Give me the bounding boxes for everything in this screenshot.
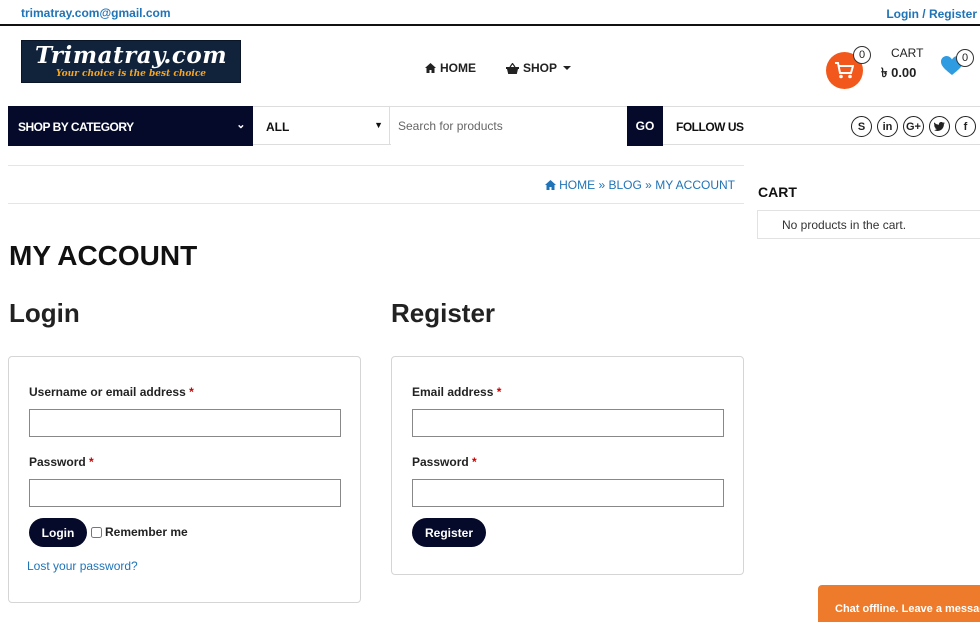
follow-us-label: FOLLOW US: [676, 120, 744, 134]
register-form: Email address * Password * Register: [391, 356, 744, 575]
home-icon: [425, 63, 436, 73]
remember-me-label: Remember me: [105, 525, 188, 539]
remember-me-checkbox[interactable]: [91, 526, 102, 538]
breadcrumb: HOME » BLOG » MY ACCOUNT: [544, 178, 735, 192]
skype-icon[interactable]: S: [851, 116, 872, 137]
basket-icon: [506, 62, 519, 74]
cart-count-badge: 0: [853, 46, 871, 64]
home-icon: [544, 180, 556, 190]
login-button[interactable]: Login: [29, 518, 87, 547]
breadcrumb-separator: »: [598, 178, 606, 192]
site-logo[interactable]: Trimatray.com Your choice is the best ch…: [21, 40, 241, 83]
breadcrumb-separator: »: [645, 178, 652, 192]
password-input[interactable]: [29, 479, 341, 507]
login-heading: Login: [9, 298, 80, 328]
caret-down-icon: ▼: [374, 120, 383, 130]
username-label: Username or email address *: [29, 385, 194, 399]
chevron-down-icon: ⌄: [236, 119, 245, 131]
breadcrumb-blog[interactable]: BLOG: [608, 178, 641, 192]
breadcrumb-bar: HOME » BLOG » MY ACCOUNT: [8, 165, 744, 204]
cart-empty-message: No products in the cart.: [782, 218, 907, 232]
nav-home[interactable]: HOME: [425, 61, 476, 75]
cart-total: ৳ 0.00: [881, 65, 917, 80]
page-title: MY ACCOUNT: [9, 240, 198, 271]
login-register-link[interactable]: Login / Register: [886, 7, 977, 21]
register-heading: Register: [391, 298, 496, 328]
register-button[interactable]: Register: [412, 518, 486, 547]
category-select[interactable]: ALL ▼: [253, 107, 390, 145]
breadcrumb-current: MY ACCOUNT: [655, 178, 735, 192]
register-email-input[interactable]: [412, 409, 724, 437]
chat-offline-widget[interactable]: Chat offline. Leave a message: [818, 585, 980, 622]
password-label: Password *: [29, 455, 94, 469]
lost-password-link[interactable]: Lost your password?: [27, 559, 138, 573]
register-email-label: Email address *: [412, 385, 502, 399]
search-go-button[interactable]: GO: [627, 106, 663, 146]
nav-shop[interactable]: SHOP: [506, 61, 572, 75]
search-bar: SHOP BY CATEGORY ⌄ ALL ▼ GO FOLLOW US S …: [8, 106, 980, 146]
username-input[interactable]: [29, 409, 341, 437]
logo-tagline: Your choice is the best choice: [55, 69, 207, 79]
twitter-icon[interactable]: [929, 116, 950, 137]
login-form: Username or email address * Password * L…: [8, 356, 361, 603]
cart-label: CART: [891, 46, 924, 60]
category-select-value: ALL: [266, 120, 290, 134]
chevron-down-icon: [563, 66, 572, 70]
google-plus-icon[interactable]: G+: [903, 116, 924, 137]
wishlist-count-badge: 0: [956, 49, 974, 67]
search-input[interactable]: [391, 107, 627, 145]
sidebar-cart-title: CART: [758, 184, 797, 200]
cart-icon: [835, 62, 854, 79]
linkedin-icon[interactable]: in: [877, 116, 898, 137]
shop-by-category-label: SHOP BY CATEGORY: [18, 120, 134, 134]
remember-me[interactable]: Remember me: [91, 525, 188, 539]
nav-home-label: HOME: [440, 61, 476, 75]
breadcrumb-home[interactable]: HOME: [559, 178, 595, 192]
top-bar: trimatray.com@gmail.com Login / Register: [0, 0, 980, 26]
sidebar-cart-box: No products in the cart.: [757, 210, 980, 239]
logo-text: Trimatray.com: [34, 42, 228, 69]
nav-shop-label: SHOP: [523, 61, 558, 75]
contact-email-link[interactable]: trimatray.com@gmail.com: [21, 6, 171, 20]
shop-by-category-dropdown[interactable]: SHOP BY CATEGORY ⌄: [8, 106, 253, 146]
facebook-icon[interactable]: f: [955, 116, 976, 137]
register-password-label: Password *: [412, 455, 477, 469]
register-password-input[interactable]: [412, 479, 724, 507]
